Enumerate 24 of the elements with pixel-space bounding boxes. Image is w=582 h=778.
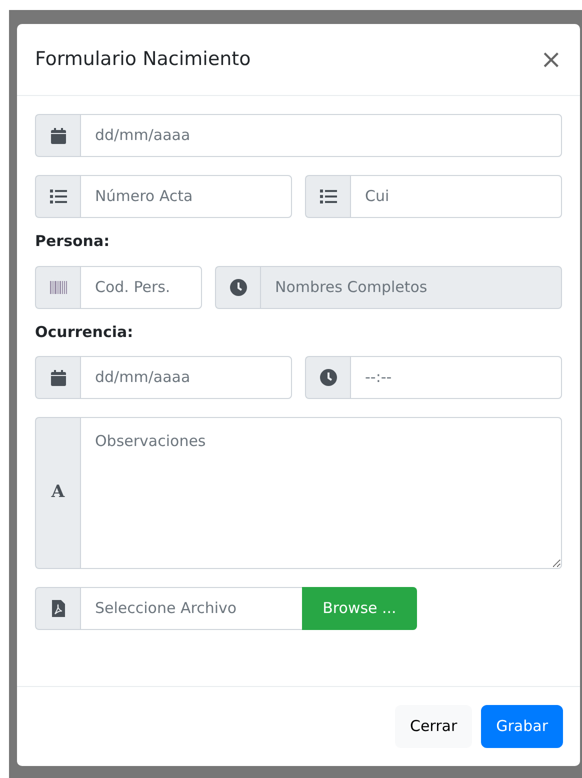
pdf-file-icon — [52, 600, 64, 617]
numbered-list-icon — [50, 189, 66, 204]
input-field[interactable]: dd/mm/aaaa — [80, 356, 292, 399]
input-field[interactable]: Seleccione Archivo — [80, 587, 302, 630]
section-label: Persona: — [35, 231, 111, 252]
calendar-icon — [50, 370, 66, 386]
input-field[interactable]: dd/mm/aaaa — [80, 114, 562, 157]
input-field[interactable]: --:-- — [350, 356, 562, 399]
close-button[interactable]: Cerrar — [394, 705, 472, 748]
numbered-list-icon — [320, 189, 336, 204]
notes-field[interactable]: Observaciones — [80, 417, 562, 569]
input-field[interactable]: Número Acta — [80, 175, 292, 218]
save-button[interactable]: Grabar — [481, 705, 563, 748]
input-addon: A — [35, 417, 80, 569]
browse-button[interactable]: Browse ... — [302, 587, 417, 630]
calendar-icon — [50, 128, 66, 144]
modal-title: Formulario Nacimiento — [35, 48, 251, 71]
barcode-icon — [50, 280, 66, 294]
close-button[interactable]: × — [540, 46, 562, 72]
input-field[interactable]: Cui — [350, 175, 562, 218]
clock-icon — [230, 278, 246, 296]
input-field[interactable]: Cod. Pers. — [80, 266, 202, 308]
clock-icon — [320, 369, 336, 386]
section-label: Ocurrencia: — [35, 322, 134, 342]
